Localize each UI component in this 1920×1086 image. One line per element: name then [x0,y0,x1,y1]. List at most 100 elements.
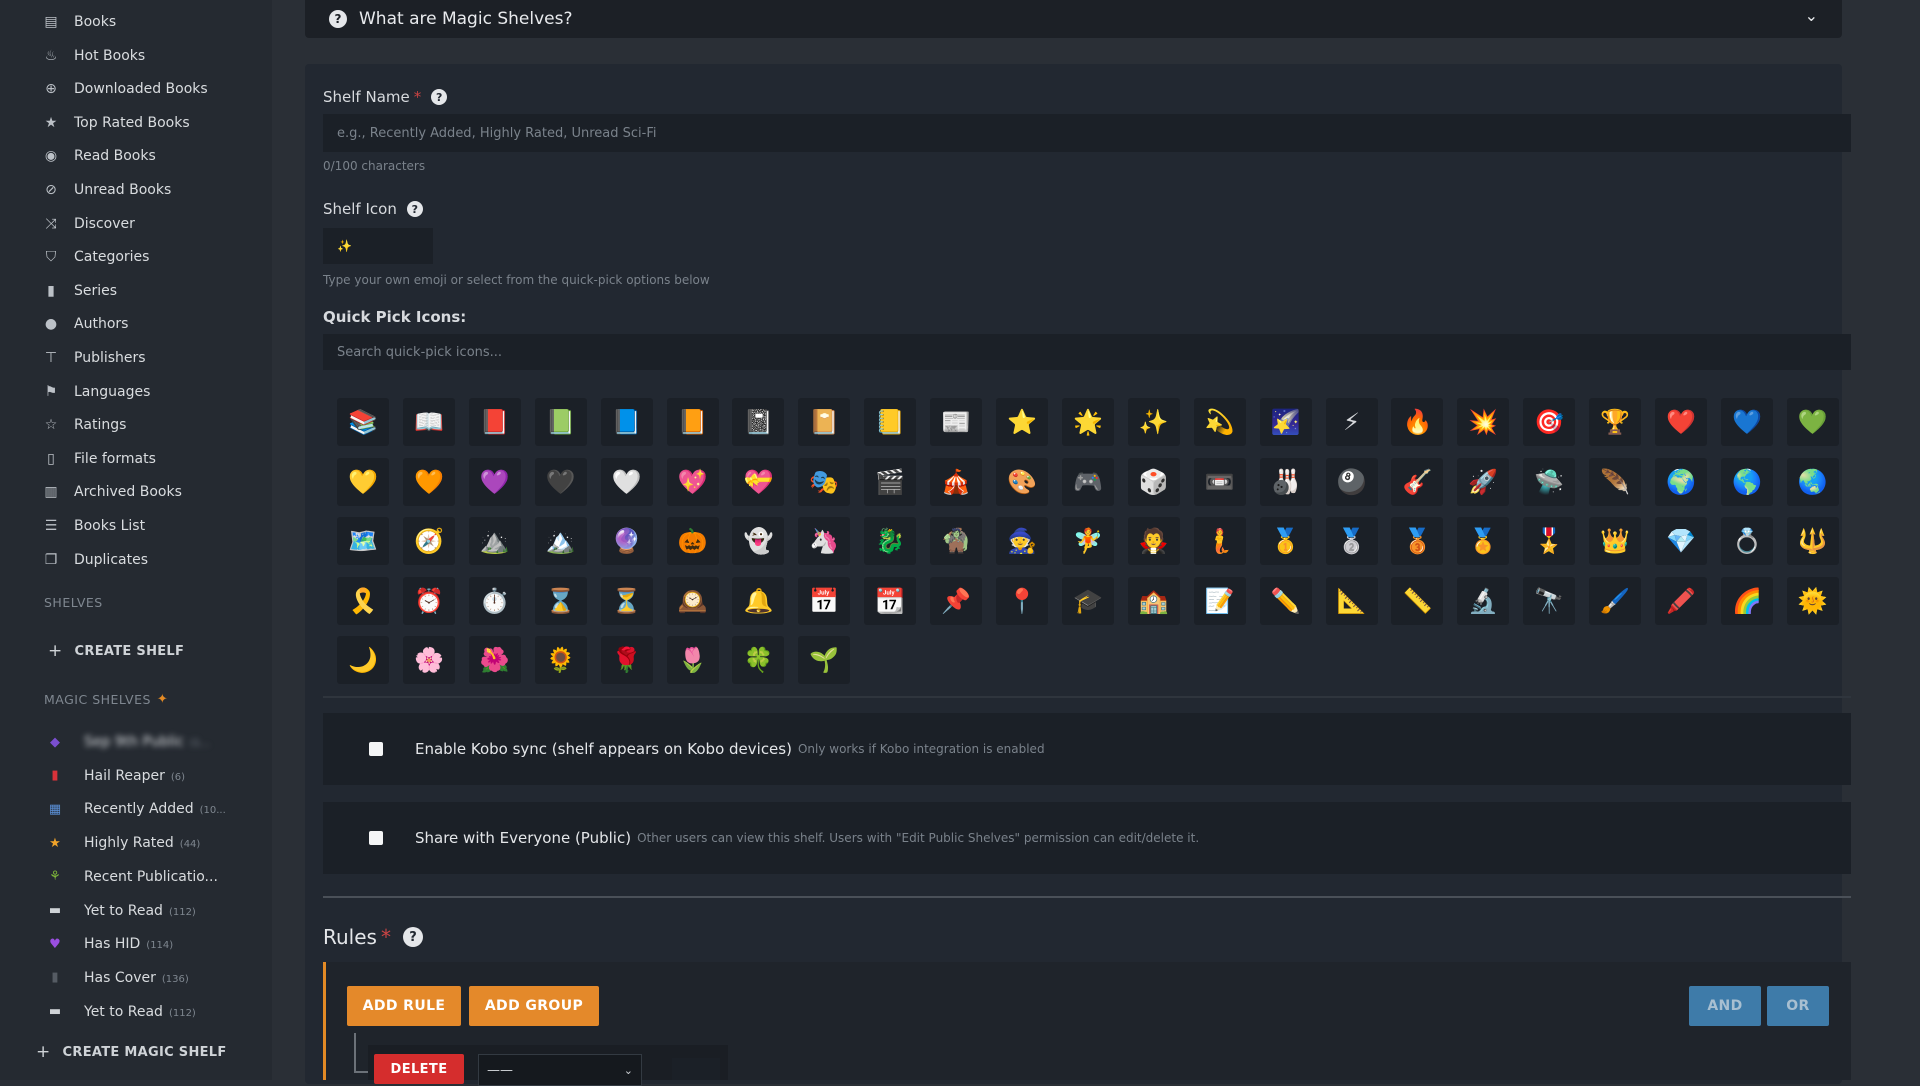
quick-pick-icon[interactable]: ✨ [1127,398,1180,446]
sidebar-item-duplicates[interactable]: ❐ Duplicates [42,548,148,572]
quick-pick-icon[interactable]: 🔭 [1523,576,1576,625]
quick-pick-icon[interactable]: 📍 [996,576,1048,625]
quick-pick-icon[interactable]: 🔥 [1391,398,1444,446]
quick-pick-icon[interactable]: 🌺 [468,636,521,684]
quick-pick-icon[interactable]: 📘 [600,398,653,446]
quick-pick-icon[interactable]: 🎪 [930,457,983,506]
quick-pick-icon[interactable]: 🎲 [1127,457,1180,506]
quick-pick-icon[interactable]: 🛸 [1523,457,1576,506]
quick-pick-icon[interactable]: 🌍 [1655,457,1707,506]
sidebar-item-read-books[interactable]: ◉ Read Books [42,144,156,168]
shelf-name-input[interactable] [323,114,1851,152]
magic-shelf-item[interactable]: ▬ Yet to Read (112) [46,899,196,923]
quick-pick-icon[interactable]: 🗺️ [337,517,389,565]
quick-pick-icon[interactable]: 🎨 [996,457,1048,506]
quick-pick-icon[interactable]: 📐 [1325,576,1378,625]
and-toggle-button[interactable]: AND [1689,986,1761,1026]
rule-field-select[interactable]: —— ⌄ [478,1054,642,1086]
quick-pick-icon[interactable]: 🎬 [864,457,917,506]
quick-pick-icon[interactable]: 💙 [1720,398,1773,446]
quick-pick-icon[interactable]: 🎗️ [337,576,389,625]
quick-pick-icon[interactable]: 🔔 [732,576,785,625]
magic-shelf-item[interactable]: ▮ Hail Reaper (6) [46,764,185,788]
quick-pick-icon[interactable]: 🔮 [600,517,653,565]
sidebar-item-publishers[interactable]: ⊤ Publishers [42,346,146,370]
quick-pick-icon[interactable]: ✏️ [1259,576,1312,625]
quick-pick-icon[interactable]: ⏳ [600,576,653,625]
quick-pick-icon[interactable]: 🏆 [1589,398,1642,446]
quick-pick-icon[interactable]: 🧡 [402,457,455,506]
sidebar-item-top-rated-books[interactable]: ★ Top Rated Books [42,111,190,135]
quick-pick-icon[interactable]: 🌙 [337,636,389,684]
quick-pick-icon[interactable]: 📆 [864,576,917,625]
quick-pick-icon[interactable]: ❤️ [1655,398,1707,446]
quick-pick-icon[interactable]: 📓 [732,398,785,446]
quick-pick-icon[interactable]: 🪶 [1589,457,1642,506]
public-share-row[interactable]: Share with Everyone (Public) Other users… [323,802,1851,874]
quick-pick-icon[interactable]: 🎃 [666,517,719,565]
quick-pick-icon[interactable]: 🧙 [996,517,1048,565]
kobo-sync-checkbox[interactable] [369,742,383,756]
kobo-sync-row[interactable]: Enable Kobo sync (shelf appears on Kobo … [323,713,1851,785]
help-icon[interactable]: ? [402,927,423,947]
quick-pick-icon[interactable]: 🎯 [1523,398,1576,446]
sidebar-item-languages[interactable]: ⚑ Languages [42,380,151,404]
quick-pick-icon[interactable]: 🖤 [534,457,587,506]
quick-pick-icon[interactable]: 🏫 [1127,576,1180,625]
or-toggle-button[interactable]: OR [1767,986,1829,1026]
quick-pick-icon[interactable]: 🔱 [1786,517,1839,565]
quick-pick-icon[interactable]: 🎳 [1259,457,1312,506]
quick-pick-icon[interactable]: 💎 [1655,517,1707,565]
magic-shelf-item[interactable]: ◆ Sep 9th Public (1... [46,730,210,754]
create-magic-shelf-button[interactable]: + CREATE MAGIC SHELF [36,1042,227,1062]
public-share-checkbox[interactable] [369,831,383,845]
quick-pick-icon[interactable]: 💥 [1457,398,1510,446]
add-group-button[interactable]: ADD GROUP [469,986,599,1026]
quick-pick-icon[interactable]: 🔬 [1457,576,1510,625]
quick-pick-icon[interactable]: 🌏 [1786,457,1839,506]
quick-pick-icon[interactable]: 🥉 [1391,517,1444,565]
quick-pick-icon[interactable]: 🌱 [798,636,851,684]
quick-pick-icon[interactable]: 🧚 [1061,517,1114,565]
sidebar-item-series[interactable]: ▮ Series [42,279,117,303]
sidebar-item-unread-books[interactable]: ⊘ Unread Books [42,178,171,202]
quick-pick-icon[interactable]: ⏰ [402,576,455,625]
help-icon[interactable]: ? [431,89,448,105]
quick-pick-icon[interactable]: 🚀 [1457,457,1510,506]
magic-shelf-item[interactable]: ▮ Has Cover (136) [46,966,188,990]
sidebar-item-hot-books[interactable]: ♨ Hot Books [42,44,145,68]
quick-pick-icon[interactable]: 🌠 [1259,398,1312,446]
quick-pick-icon[interactable]: 🖍️ [1655,576,1707,625]
quick-pick-icon[interactable]: 🍀 [732,636,785,684]
quick-pick-icon[interactable]: ⌛ [534,576,587,625]
sidebar-item-authors[interactable]: ● Authors [42,312,129,336]
quick-pick-icon[interactable]: 💍 [1720,517,1773,565]
quick-pick-icon[interactable]: 🧛 [1127,517,1180,565]
magic-shelf-item[interactable]: ⚘ Recent Publicatio... [46,865,224,889]
quick-pick-icon[interactable]: 🎓 [1061,576,1114,625]
quick-pick-icon[interactable]: 🥇 [1259,517,1312,565]
quick-pick-icon[interactable]: 🏅 [1457,517,1510,565]
quick-pick-icon[interactable]: ⏱️ [468,576,521,625]
shelf-icon-input[interactable]: ✨ [323,228,433,264]
quick-pick-icon[interactable]: 🎸 [1391,457,1444,506]
quick-pick-icon[interactable]: 📕 [468,398,521,446]
quick-pick-icon[interactable]: 📔 [798,398,851,446]
help-icon[interactable]: ? [406,201,423,217]
faq-accordion-header[interactable]: ? What are Magic Shelves? ⌄ [305,0,1842,38]
sidebar-item-books-list[interactable]: ☰ Books List [42,514,145,538]
sidebar-item-discover[interactable]: ⤨ Discover [42,212,135,236]
quick-pick-icon[interactable]: 🌟 [1061,398,1114,446]
quick-pick-icon[interactable]: 🌞 [1786,576,1839,625]
quick-pick-icon[interactable]: 🤍 [600,457,653,506]
magic-shelf-item[interactable]: ♥ Has HID (114) [46,932,173,956]
sidebar-item-ratings[interactable]: ☆ Ratings [42,413,127,437]
quick-pick-icon[interactable]: ⛰️ [468,517,521,565]
rule-operator-placeholder[interactable] [672,1058,720,1080]
quick-pick-icon[interactable]: 🎭 [798,457,851,506]
quick-pick-icon[interactable]: 💫 [1193,398,1246,446]
magic-shelf-item[interactable]: ★ Highly Rated (44) [46,831,200,855]
quick-pick-icon[interactable]: 🌷 [666,636,719,684]
quick-pick-icon[interactable]: 🎖️ [1523,517,1576,565]
quick-pick-icon[interactable]: 💜 [468,457,521,506]
